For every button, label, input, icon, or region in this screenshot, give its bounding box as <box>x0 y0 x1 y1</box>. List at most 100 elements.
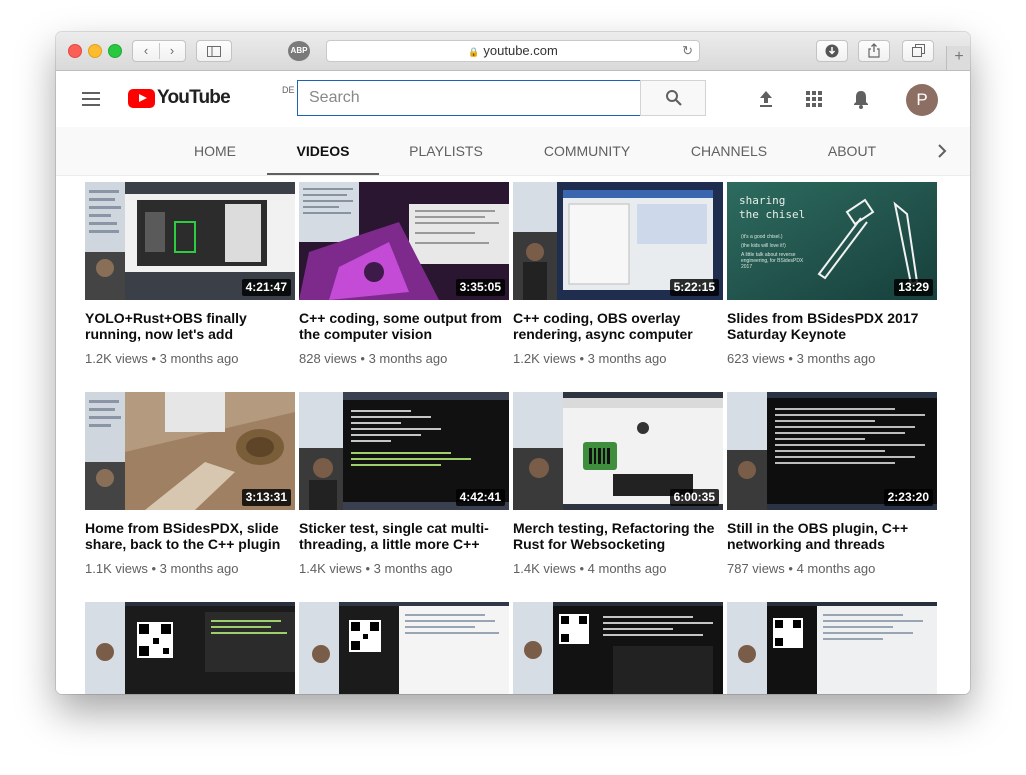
video-thumbnail[interactable] <box>727 602 937 694</box>
downloads-button[interactable] <box>816 40 848 62</box>
video-title[interactable]: C++ coding, some output from the compute… <box>299 310 509 342</box>
view-count: 1.4K views <box>513 561 576 576</box>
upload-age: 3 months ago <box>368 351 448 366</box>
video-title[interactable]: C++ coding, OBS overlay rendering, async… <box>513 310 723 342</box>
close-window-button[interactable] <box>68 44 82 58</box>
adblock-extension-button[interactable]: ABP <box>288 41 310 61</box>
youtube-page: YouTube DE Search P HOME VIDEOS PLAYLIST… <box>56 71 970 694</box>
video-title[interactable]: YOLO+Rust+OBS finally running, now let's… <box>85 310 295 342</box>
video-title[interactable]: Sticker test, single cat multi-threading… <box>299 520 509 552</box>
share-icon <box>868 43 880 58</box>
view-count: 1.2K views <box>85 351 148 366</box>
video-thumbnail[interactable]: 4:21:47 <box>85 182 295 300</box>
tabs-icon <box>911 44 925 57</box>
video-meta: 1.2K views • 3 months ago <box>85 351 239 366</box>
video-meta: 828 views • 3 months ago <box>299 351 448 366</box>
download-icon <box>825 44 839 58</box>
view-count: 1.4K views <box>299 561 362 576</box>
upload-age: 3 months ago <box>587 351 667 366</box>
video-thumbnail[interactable]: sharing the chisel (it's a good chisel.)… <box>727 182 937 300</box>
country-code: DE <box>282 85 295 95</box>
search-input[interactable]: Search <box>297 80 641 116</box>
masthead: YouTube DE Search P <box>56 71 970 127</box>
slide-note-3: A little talk about reverse engineering,… <box>741 252 804 270</box>
slide-heading-line2: the chisel <box>739 208 805 221</box>
video-meta: 787 views • 4 months ago <box>727 561 876 576</box>
video-title[interactable]: Merch testing, Refactoring the Rust for … <box>513 520 723 552</box>
video-thumbnail[interactable]: 6:00:35 <box>513 392 723 510</box>
upload-age: 3 months ago <box>796 351 876 366</box>
tab-community[interactable]: COMMUNITY <box>534 127 640 175</box>
duration-badge: 6:00:35 <box>669 489 719 506</box>
video-meta: 1.1K views • 3 months ago <box>85 561 239 576</box>
upload-icon[interactable] <box>756 89 776 109</box>
play-logo-icon <box>128 89 155 108</box>
new-tab-button[interactable]: + <box>946 46 970 70</box>
video-title[interactable]: Home from BSidesPDX, slide share, back t… <box>85 520 295 552</box>
tab-overview-button[interactable] <box>902 40 934 62</box>
search-button[interactable] <box>640 80 706 116</box>
view-count: 1.1K views <box>85 561 148 576</box>
video-meta: 1.4K views • 3 months ago <box>299 561 453 576</box>
address-bar[interactable]: 🔒 youtube.com ↻ <box>326 40 700 62</box>
zoom-window-button[interactable] <box>108 44 122 58</box>
account-avatar[interactable]: P <box>906 84 938 116</box>
logo-wordmark: YouTube <box>157 87 231 108</box>
video-thumbnail[interactable]: 3:13:31 <box>85 392 295 510</box>
duration-badge: 2:23:20 <box>883 489 933 506</box>
browser-toolbar: ‹ › ABP 🔒 youtube.com ↻ + <box>56 32 970 71</box>
duration-badge: 13:29 <box>894 279 933 296</box>
share-button[interactable] <box>858 40 890 62</box>
video-thumbnail[interactable]: 2:23:20 <box>727 392 937 510</box>
video-meta: 1.4K views • 4 months ago <box>513 561 667 576</box>
forward-button[interactable]: › <box>159 41 185 61</box>
upload-age: 3 months ago <box>159 351 239 366</box>
slide-heading-line1: sharing <box>739 194 785 207</box>
apps-grid-icon[interactable] <box>804 89 824 109</box>
video-thumbnail[interactable]: 3:35:05 <box>299 182 509 300</box>
video-thumbnail[interactable] <box>513 602 723 694</box>
video-title[interactable]: Still in the OBS plugin, C++ networking … <box>727 520 937 552</box>
browser-window: ‹ › ABP 🔒 youtube.com ↻ + YouTube DE Sea… <box>56 32 970 694</box>
tab-videos[interactable]: VIDEOS <box>267 127 379 175</box>
duration-badge: 4:21:47 <box>241 279 291 296</box>
back-button[interactable]: ‹ <box>133 41 159 61</box>
slide-note-1: (it's a good chisel.) <box>741 234 783 240</box>
tab-about[interactable]: ABOUT <box>820 127 884 175</box>
video-thumbnail[interactable]: 4:42:41 <box>299 392 509 510</box>
reload-icon[interactable]: ↻ <box>682 41 693 61</box>
channel-tabs: HOME VIDEOS PLAYLISTS COMMUNITY CHANNELS… <box>56 127 970 176</box>
duration-badge: 3:35:05 <box>455 279 505 296</box>
view-count: 828 views <box>299 351 357 366</box>
view-count: 787 views <box>727 561 785 576</box>
lock-icon: 🔒 <box>468 47 480 57</box>
video-meta: 1.2K views • 3 months ago <box>513 351 667 366</box>
video-thumbnail[interactable]: 5:22:15 <box>513 182 723 300</box>
tab-playlists[interactable]: PLAYLISTS <box>396 127 496 175</box>
tab-channels[interactable]: CHANNELS <box>682 127 776 175</box>
chevron-right-icon[interactable] <box>932 141 952 161</box>
history-nav: ‹ › <box>132 40 186 62</box>
duration-badge: 5:22:15 <box>669 279 719 296</box>
video-title[interactable]: Slides from BSidesPDX 2017 Saturday Keyn… <box>727 310 937 342</box>
upload-age: 4 months ago <box>587 561 667 576</box>
upload-age: 3 months ago <box>373 561 453 576</box>
search-icon <box>666 90 682 106</box>
guide-menu-icon[interactable] <box>82 92 100 106</box>
url-text: youtube.com <box>483 43 558 58</box>
sidebar-toggle-button[interactable] <box>196 40 232 62</box>
duration-badge: 3:13:31 <box>241 489 291 506</box>
upload-age: 3 months ago <box>159 561 239 576</box>
video-thumbnail[interactable] <box>85 602 295 694</box>
video-meta: 623 views • 3 months ago <box>727 351 876 366</box>
sidebar-icon <box>207 46 221 57</box>
duration-badge: 4:42:41 <box>455 489 505 506</box>
video-thumbnail[interactable] <box>299 602 509 694</box>
tab-home[interactable]: HOME <box>182 127 248 175</box>
view-count: 623 views <box>727 351 785 366</box>
view-count: 1.2K views <box>513 351 576 366</box>
minimize-window-button[interactable] <box>88 44 102 58</box>
slide-note-2: (the kids will love it!) <box>741 243 786 249</box>
notifications-bell-icon[interactable] <box>851 89 871 109</box>
upload-age: 4 months ago <box>796 561 876 576</box>
